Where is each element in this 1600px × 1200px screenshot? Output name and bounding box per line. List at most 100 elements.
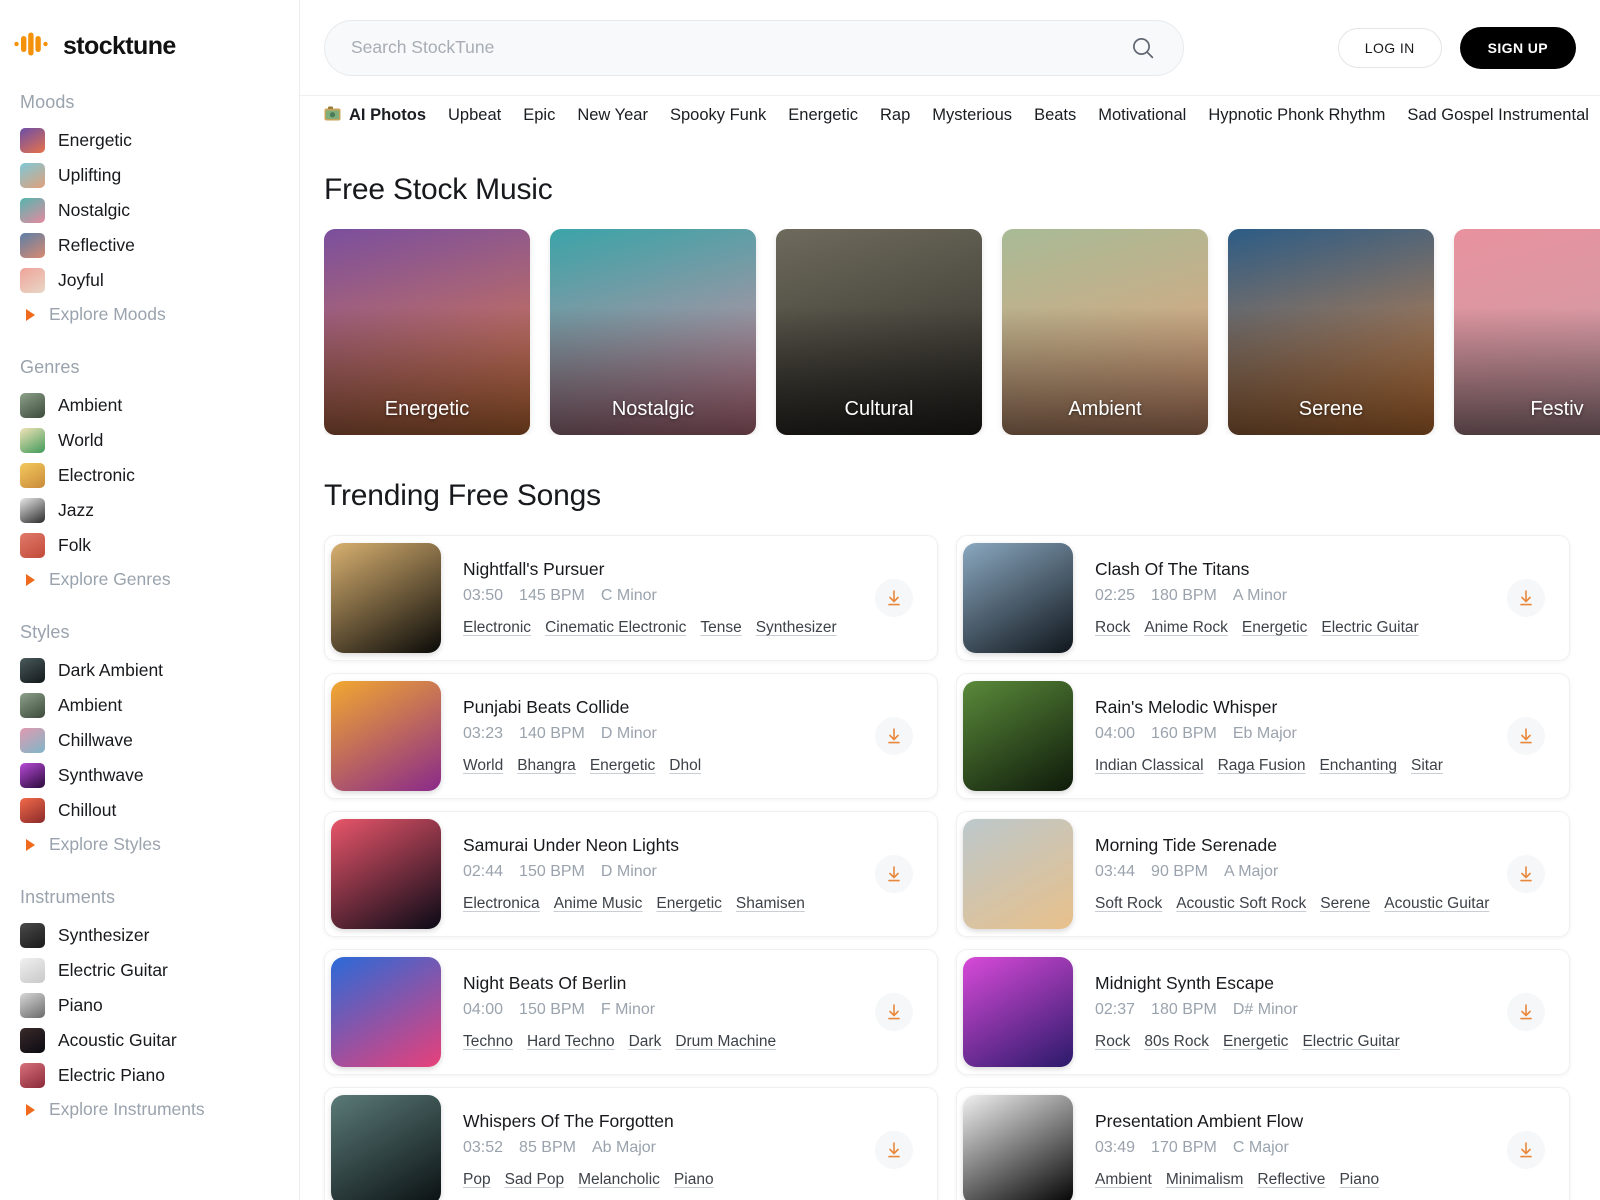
song-tag[interactable]: Indian Classical	[1095, 757, 1204, 775]
song-thumbnail[interactable]	[331, 1095, 441, 1200]
search-icon[interactable]	[1129, 34, 1157, 62]
tag-motivational[interactable]: Motivational	[1098, 106, 1186, 125]
song-tag[interactable]: Enchanting	[1319, 757, 1397, 775]
song-thumbnail[interactable]	[331, 543, 441, 653]
song-tag[interactable]: Energetic	[1223, 1033, 1288, 1051]
sidebar-explore-styles[interactable]: Explore Styles	[0, 828, 299, 861]
song-tag[interactable]: Serene	[1320, 895, 1370, 913]
song-tag[interactable]: Piano	[1339, 1171, 1379, 1189]
download-button[interactable]	[875, 993, 913, 1031]
download-button[interactable]	[1507, 579, 1545, 617]
song-tag[interactable]: Electric Guitar	[1321, 619, 1418, 637]
song-tag[interactable]: Shamisen	[736, 895, 805, 913]
sidebar-item-uplifting[interactable]: Uplifting	[0, 158, 299, 193]
song-tag[interactable]: Drum Machine	[675, 1033, 776, 1051]
song-tag[interactable]: Electronica	[463, 895, 540, 913]
song-tag[interactable]: Minimalism	[1166, 1171, 1244, 1189]
category-carousel[interactable]: Energetic Nostalgic Cultural Ambient Serene F…	[324, 229, 1600, 435]
song-tag[interactable]: Bhangra	[517, 757, 576, 775]
song-tag[interactable]: 80s Rock	[1144, 1033, 1209, 1051]
sidebar-item-acoustic-guitar[interactable]: Acoustic Guitar	[0, 1023, 299, 1058]
sidebar-item-synthwave[interactable]: Synthwave	[0, 758, 299, 793]
tag-beats[interactable]: Beats	[1034, 106, 1076, 125]
tag-energetic[interactable]: Energetic	[788, 106, 858, 125]
tag-mysterious[interactable]: Mysterious	[932, 106, 1012, 125]
tag-epic[interactable]: Epic	[523, 106, 555, 125]
sidebar-item-ambient[interactable]: Ambient	[0, 688, 299, 723]
sidebar-item-world[interactable]: World	[0, 423, 299, 458]
category-card-ambient[interactable]: Ambient	[1002, 229, 1208, 435]
song-tag[interactable]: Dark	[629, 1033, 662, 1051]
sidebar-item-energetic[interactable]: Energetic	[0, 123, 299, 158]
song-thumbnail[interactable]	[963, 957, 1073, 1067]
song-tag[interactable]: Dhol	[669, 757, 701, 775]
song-card[interactable]: Whispers Of The Forgotten 03:52 85 BPM Ab M…	[324, 1087, 938, 1200]
sidebar-explore-instruments[interactable]: Explore Instruments	[0, 1093, 299, 1126]
song-tag[interactable]: Electric Guitar	[1302, 1033, 1399, 1051]
category-card-festiv[interactable]: Festiv	[1454, 229, 1600, 435]
sidebar-item-synthesizer[interactable]: Synthesizer	[0, 918, 299, 953]
category-card-energetic[interactable]: Energetic	[324, 229, 530, 435]
song-tag[interactable]: Synthesizer	[756, 619, 837, 637]
sidebar-explore-moods[interactable]: Explore Moods	[0, 298, 299, 331]
song-tag[interactable]: Soft Rock	[1095, 895, 1162, 913]
song-tag[interactable]: Hard Techno	[527, 1033, 615, 1051]
song-tag[interactable]: Reflective	[1257, 1171, 1325, 1189]
sidebar-item-piano[interactable]: Piano	[0, 988, 299, 1023]
sidebar-item-ambient[interactable]: Ambient	[0, 388, 299, 423]
song-tag[interactable]: Techno	[463, 1033, 513, 1051]
song-tag[interactable]: Rock	[1095, 619, 1130, 637]
song-tag[interactable]: Energetic	[656, 895, 721, 913]
sidebar-item-electronic[interactable]: Electronic	[0, 458, 299, 493]
song-tag[interactable]: Rock	[1095, 1033, 1130, 1051]
search-bar[interactable]	[324, 19, 1184, 76]
tag-sad-gospel-instrumental[interactable]: Sad Gospel Instrumental	[1407, 106, 1589, 125]
song-tag[interactable]: Anime Music	[554, 895, 643, 913]
song-card[interactable]: Samurai Under Neon Lights 02:44 150 BPM D M…	[324, 811, 938, 937]
tag-rap[interactable]: Rap	[880, 106, 910, 125]
sidebar-item-chillout[interactable]: Chillout	[0, 793, 299, 828]
song-card[interactable]: Midnight Synth Escape 02:37 180 BPM D# Mino…	[956, 949, 1570, 1075]
sidebar-item-reflective[interactable]: Reflective	[0, 228, 299, 263]
song-tag[interactable]: Cinematic Electronic	[545, 619, 686, 637]
sidebar-explore-genres[interactable]: Explore Genres	[0, 563, 299, 596]
category-card-nostalgic[interactable]: Nostalgic	[550, 229, 756, 435]
song-tag[interactable]: Piano	[674, 1171, 714, 1189]
tag-navigation[interactable]: AI Photos Upbeat Epic New Year Spooky Funk E…	[300, 95, 1600, 135]
song-card[interactable]: Presentation Ambient Flow 03:49 170 BPM C M…	[956, 1087, 1570, 1200]
song-tag[interactable]: World	[463, 757, 503, 775]
song-tag[interactable]: Energetic	[1242, 619, 1307, 637]
song-card[interactable]: Rain's Melodic Whisper 04:00 160 BPM Eb Maj…	[956, 673, 1570, 799]
song-tag[interactable]: Sitar	[1411, 757, 1443, 775]
song-tag[interactable]: Acoustic Soft Rock	[1176, 895, 1306, 913]
download-button[interactable]	[875, 1131, 913, 1169]
song-tag[interactable]: Energetic	[590, 757, 655, 775]
song-tag[interactable]: Anime Rock	[1144, 619, 1228, 637]
category-card-cultural[interactable]: Cultural	[776, 229, 982, 435]
download-button[interactable]	[875, 579, 913, 617]
tag-new-year[interactable]: New Year	[577, 106, 648, 125]
tag-spooky-funk[interactable]: Spooky Funk	[670, 106, 766, 125]
search-input[interactable]	[351, 37, 1129, 58]
download-button[interactable]	[875, 717, 913, 755]
category-card-serene[interactable]: Serene	[1228, 229, 1434, 435]
song-tag[interactable]: Pop	[463, 1171, 491, 1189]
song-tag[interactable]: Acoustic Guitar	[1384, 895, 1489, 913]
download-button[interactable]	[1507, 1131, 1545, 1169]
brand-logo[interactable]: stocktune	[0, 26, 299, 66]
sidebar-item-chillwave[interactable]: Chillwave	[0, 723, 299, 758]
song-card[interactable]: Morning Tide Serenade 03:44 90 BPM A Major S…	[956, 811, 1570, 937]
song-thumbnail[interactable]	[963, 819, 1073, 929]
song-tag[interactable]: Melancholic	[578, 1171, 660, 1189]
download-button[interactable]	[1507, 993, 1545, 1031]
sidebar-item-electric-guitar[interactable]: Electric Guitar	[0, 953, 299, 988]
song-tag[interactable]: Tense	[700, 619, 741, 637]
sidebar-item-electric-piano[interactable]: Electric Piano	[0, 1058, 299, 1093]
song-thumbnail[interactable]	[963, 543, 1073, 653]
song-card[interactable]: Clash Of The Titans 02:25 180 BPM A Minor Ro…	[956, 535, 1570, 661]
signup-button[interactable]: SIGN UP	[1459, 26, 1576, 69]
song-thumbnail[interactable]	[963, 1095, 1073, 1200]
download-button[interactable]	[1507, 717, 1545, 755]
song-card[interactable]: Punjabi Beats Collide 03:23 140 BPM D Minor…	[324, 673, 938, 799]
sidebar-item-folk[interactable]: Folk	[0, 528, 299, 563]
